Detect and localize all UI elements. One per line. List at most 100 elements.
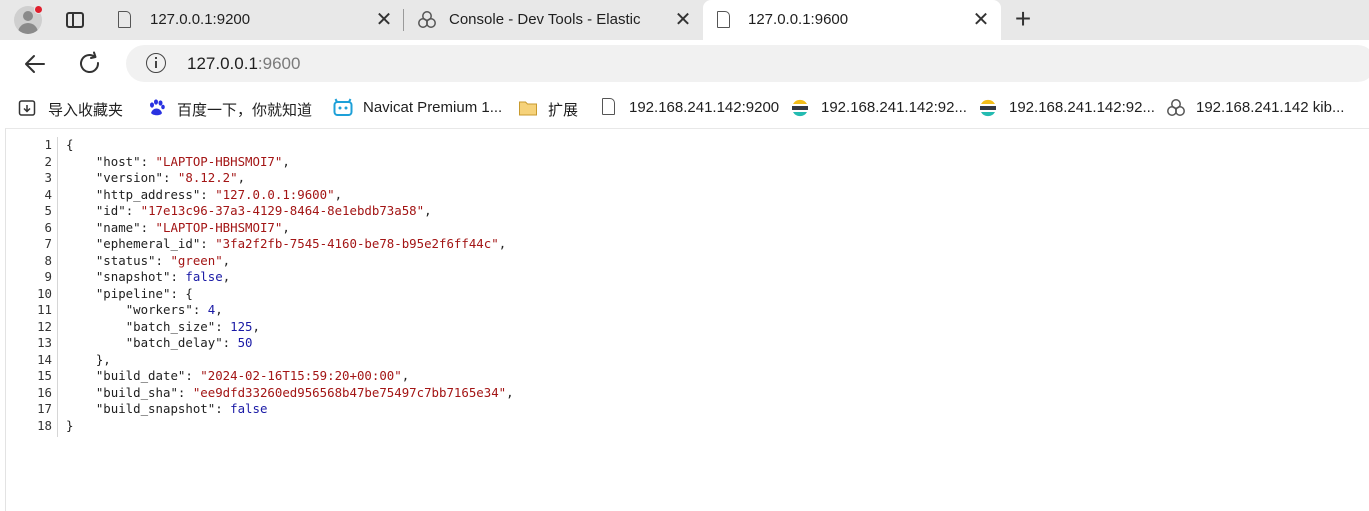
tab-strip: 127.0.0.1:9200 ✕ Console - Dev Tools - E… <box>0 0 1369 40</box>
json-token: : <box>200 186 216 202</box>
line-number: 2 <box>44 153 52 169</box>
json-token: : <box>177 384 193 400</box>
code-text: } <box>66 418 73 435</box>
line-number: 9 <box>44 269 52 284</box>
json-token: "3fa2f2fb-7545-4160-be78-b95e2f6ff44c" <box>215 236 499 251</box>
json-token: "workers" <box>125 302 193 317</box>
json-token: "LAPTOP-HBHSMOI7" <box>155 153 283 169</box>
close-tab-button[interactable]: ✕ <box>971 10 991 30</box>
json-token: : <box>192 302 208 317</box>
reload-icon <box>80 51 100 73</box>
json-token: "host" <box>95 153 141 169</box>
back-arrow-icon <box>25 55 45 73</box>
baidu-paw-icon <box>150 99 165 116</box>
address-bar[interactable]: 127.0.0.1:9600 <box>126 45 1369 82</box>
json-viewer: 1 {2 "host": "LAPTOP-HBHSMOI7", 3 "version… <box>5 128 1369 511</box>
json-token: : <box>200 236 216 251</box>
url-text[interactable]: 127.0.0.1:9600 <box>187 54 300 74</box>
info-icon[interactable] <box>146 53 166 73</box>
bookmark-label: Navicat Premium 1... <box>363 99 503 116</box>
close-tab-button[interactable]: ✕ <box>374 10 394 30</box>
json-token: : { <box>170 285 193 301</box>
reload-button[interactable] <box>74 48 106 80</box>
document-icon <box>602 98 622 118</box>
json-token: : <box>125 203 141 218</box>
code-text: "pipeline": { <box>66 286 193 303</box>
line-number: 11 <box>37 302 52 317</box>
line-number: 17 <box>37 401 52 416</box>
avatar-head <box>23 11 33 21</box>
new-tab-button[interactable]: + <box>1010 5 1036 33</box>
json-token: "127.0.0.1:9600" <box>215 186 335 202</box>
bookmark-label: 192.168.241.142:92... <box>821 99 967 116</box>
code-text: "host": "LAPTOP-HBHSMOI7", <box>66 154 290 171</box>
line-number: 15 <box>37 368 52 383</box>
json-token: "build_snapshot" <box>95 401 216 416</box>
tab-console-dev-tools[interactable]: Console - Dev Tools - Elastic ✕ <box>403 0 701 40</box>
json-token: "status" <box>95 252 156 268</box>
json-token: 125 <box>230 318 253 334</box>
close-tab-button[interactable]: ✕ <box>673 10 693 30</box>
bookmarks-bar: 导入收藏夹 百度一下，你就知道 Navicat Premium 1... 扩展 <box>0 88 1369 128</box>
line-number-gutter-divider <box>57 137 58 437</box>
tab-127-0-0-1-9200[interactable]: 127.0.0.1:9200 ✕ <box>104 0 402 40</box>
code-text: { <box>66 137 73 154</box>
json-token: , <box>424 203 432 218</box>
json-token: "batch_size" <box>125 318 216 334</box>
json-token: : <box>140 219 156 235</box>
code-text: "batch_size": 125, <box>66 319 260 336</box>
json-token: { <box>66 137 74 152</box>
code-text: "build_sha": "ee9dfd33260ed956568b47be75… <box>66 385 514 402</box>
back-button[interactable] <box>19 48 51 80</box>
code-text: "workers": 4, <box>66 302 223 319</box>
json-token: , <box>282 219 290 235</box>
json-token: , <box>237 170 246 185</box>
json-token: "snapshot" <box>95 269 171 284</box>
line-number: 16 <box>37 384 52 400</box>
tab-title: 127.0.0.1:9600 <box>748 11 849 28</box>
json-token: "green" <box>170 252 223 268</box>
json-token: , <box>334 186 343 202</box>
json-token: "name" <box>95 219 141 235</box>
json-token: : <box>170 269 186 284</box>
json-token: "2024-02-16T15:59:20+00:00" <box>200 368 402 383</box>
line-number: 13 <box>37 335 52 350</box>
code-text: "name": "LAPTOP-HBHSMOI7", <box>66 220 290 237</box>
url-port: :9600 <box>257 54 301 73</box>
bookmark-label: 百度一下，你就知道 <box>177 102 313 119</box>
tab-127-0-0-1-9600[interactable]: 127.0.0.1:9600 ✕ <box>703 0 1001 40</box>
json-token: "ee9dfd33260ed956568b47be75497c7bb7165e3… <box>192 384 507 400</box>
code-text: "status": "green", <box>66 253 230 270</box>
url-host: 127.0.0.1 <box>187 54 258 73</box>
code-text: "id": "17e13c96-37a3-4129-8464-8e1ebdb73… <box>66 203 432 220</box>
json-token: false <box>230 401 268 416</box>
bookmark-label: 扩展 <box>548 102 579 119</box>
json-token: "version" <box>95 170 163 185</box>
json-token: : <box>215 401 231 416</box>
code-text: "build_snapshot": false <box>66 401 268 418</box>
json-token: "http_address" <box>95 186 201 202</box>
json-token: false <box>185 269 223 284</box>
json-token: "ephemeral_id" <box>95 236 201 251</box>
json-token: , <box>498 236 507 251</box>
tab-actions-icon[interactable] <box>64 9 86 31</box>
line-number: 8 <box>44 252 52 268</box>
elastic-icon <box>417 10 437 30</box>
json-token: , <box>252 318 260 334</box>
json-token: }, <box>66 351 111 367</box>
bookmark-label: 192.168.241.142 kib... <box>1196 99 1345 116</box>
line-number: 4 <box>44 186 52 202</box>
elastic-icon <box>792 99 808 117</box>
json-token: : <box>155 252 171 268</box>
line-number: 14 <box>37 351 52 367</box>
